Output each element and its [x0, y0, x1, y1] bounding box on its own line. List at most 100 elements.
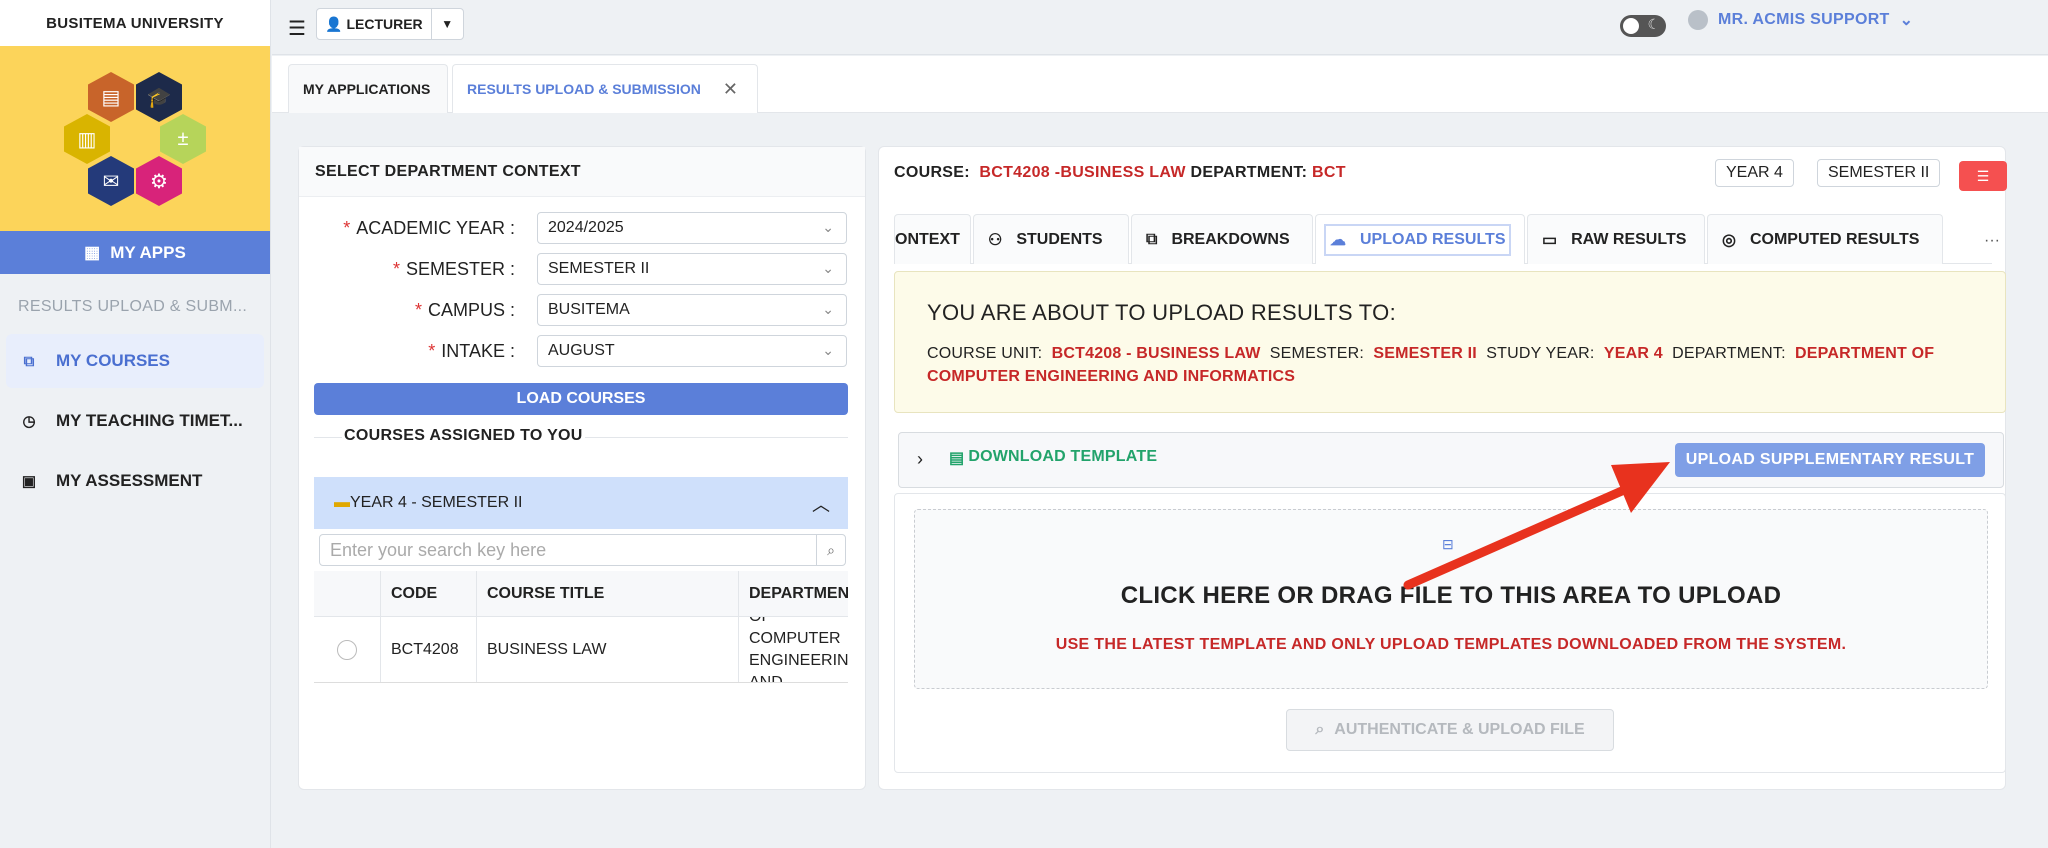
tab-label: BREAKDOWNS	[1171, 230, 1290, 248]
chevron-down-icon: ⌄	[822, 219, 834, 235]
tab-label: UPLOAD RESULTS	[1360, 230, 1506, 248]
sidebar-item-label: MY COURSES	[56, 351, 170, 370]
theme-toggle[interactable]	[1620, 15, 1666, 37]
calculator-icon: ±	[160, 114, 206, 164]
sidebar-item-label: MY ASSESSMENT	[56, 471, 203, 490]
dropzone-title: CLICK HERE OR DRAG FILE TO THIS AREA TO …	[1120, 582, 1782, 609]
more-tabs-icon[interactable]: ···	[1984, 232, 2000, 250]
sidebar: BUSITEMA UNIVERSITY ▤ 🎓 ▥ ± ✉ ⚙ ▦ MY APP…	[0, 0, 271, 848]
university-name: BUSITEMA UNIVERSITY	[0, 0, 270, 46]
course-tabs: ONTEXT ⚇ STUDENTS ⧉ BREAKDOWNS ☁ UPLOAD …	[894, 214, 2000, 264]
campus-select[interactable]: BUSITEMA ⌄	[537, 294, 847, 326]
chevron-right-icon[interactable]: ›	[917, 449, 923, 470]
books-icon: ▤	[88, 72, 134, 122]
user-menu[interactable]: MR. ACMIS SUPPORT ⌄	[1688, 10, 1913, 30]
courses-table: CODE COURSE TITLE DEPARTMENT BCT4208 BUS…	[314, 571, 848, 683]
grid-icon: ▦	[84, 242, 101, 262]
chevron-up-icon: ︿	[812, 495, 830, 515]
cloud-upload-icon: ☁	[1330, 231, 1346, 249]
course-title-cell: BUSINESS LAW	[476, 617, 738, 682]
graduation-cap-icon: 🎓	[136, 72, 182, 122]
role-selector[interactable]: 👤 LECTURER ▼	[316, 8, 464, 40]
tab-label: STUDENTS	[1016, 230, 1103, 248]
notice-body: COURSE UNIT: BCT4208 - BUSINESS LAW SEME…	[927, 345, 1935, 385]
download-template-link[interactable]: ▤ DOWNLOAD TEMPLATE	[949, 448, 1157, 468]
check-circle-icon: ◎	[1722, 231, 1736, 249]
authenticate-upload-button[interactable]: ⌕ AUTHENTICATE & UPLOAD FILE	[1286, 709, 1614, 751]
my-apps-button[interactable]: ▦ MY APPS	[0, 231, 270, 274]
list-menu-button[interactable]: ☰	[1959, 161, 2007, 191]
user-icon: 👤	[325, 15, 343, 32]
table-row[interactable]: BCT4208 BUSINESS LAW DEPARTMENT OF COMPU…	[314, 617, 848, 682]
tab-computed-results[interactable]: ◎ COMPUTED RESULTS	[1707, 214, 1943, 264]
search-icon[interactable]: ⌕	[816, 534, 846, 566]
users-icon: ⚇	[988, 231, 1003, 249]
avatar	[1688, 10, 1708, 30]
course-heading: COURSE: BCT4208 -BUSINESS LAW DEPARTMENT…	[894, 164, 1346, 181]
user-name: MR. ACMIS SUPPORT	[1718, 11, 1890, 28]
chevron-down-icon: ⌄	[822, 301, 834, 317]
upload-target-notice: YOU ARE ABOUT TO UPLOAD RESULTS TO: COUR…	[894, 271, 2006, 413]
file-dropzone[interactable]: ⊟ CLICK HERE OR DRAG FILE TO THIS AREA T…	[914, 509, 1988, 689]
academic-year-label: * ACADEMIC YEAR :	[343, 217, 515, 238]
download-template-label: DOWNLOAD TEMPLATE	[968, 448, 1158, 465]
year-badge: YEAR 4	[1715, 159, 1794, 187]
assigned-courses-title: COURSES ASSIGNED TO YOU	[342, 427, 585, 445]
tab-raw-results[interactable]: ▭ RAW RESULTS	[1527, 214, 1705, 264]
tab-results-upload[interactable]: RESULTS UPLOAD & SUBMISSION ✕	[452, 64, 758, 113]
campus-row: * CAMPUS : BUSITEMA ⌄	[299, 294, 867, 326]
course-search-input[interactable]: Enter your search key here	[319, 534, 817, 566]
menu-icon[interactable]: ☰	[288, 16, 306, 41]
semester-select[interactable]: SEMESTER II ⌄	[537, 253, 847, 285]
tab-context[interactable]: ONTEXT	[894, 214, 971, 264]
tab-label: RESULTS UPLOAD & SUBMISSION	[467, 81, 701, 97]
excel-file-icon: ▤	[949, 450, 965, 467]
select-column-header	[314, 571, 380, 616]
app-logo: ▤ 🎓 ▥ ± ✉ ⚙	[0, 46, 270, 231]
role-button[interactable]: 👤 LECTURER	[317, 9, 431, 39]
tab-students[interactable]: ⚇ STUDENTS	[973, 214, 1129, 264]
sidebar-item-my-courses[interactable]: ⧉ MY COURSES	[6, 334, 264, 388]
year-panel-label: YEAR 4 - SEMESTER II	[350, 494, 523, 511]
sidebar-breadcrumb: RESULTS UPLOAD & SUBM...	[18, 298, 248, 315]
course-title-header: COURSE TITLE	[476, 571, 738, 616]
tab-label: MY APPLICATIONS	[303, 81, 431, 97]
department-cell: DEPARTMENT OF COMPUTER ENGINEERING AND I…	[738, 617, 848, 682]
semester-label: * SEMESTER :	[392, 258, 515, 279]
sitemap-icon: ⧉	[1146, 230, 1158, 248]
course-upload-panel: COURSE: BCT4208 -BUSINESS LAW DEPARTMENT…	[878, 146, 2007, 790]
course-code-title: BCT4208 -BUSINESS LAW	[979, 164, 1186, 181]
row-select-cell	[314, 617, 380, 682]
semester-badge: SEMESTER II	[1817, 159, 1941, 187]
search-icon: ⌕	[1315, 721, 1325, 738]
tab-label: RAW RESULTS	[1571, 230, 1687, 248]
academic-year-select[interactable]: 2024/2025 ⌄	[537, 212, 847, 244]
department-context-panel: SELECT DEPARTMENT CONTEXT * ACADEMIC YEAR…	[298, 146, 866, 790]
clipboard-icon: ▣	[21, 473, 37, 490]
sidebar-item-my-assessment[interactable]: ▣ MY ASSESSMENT	[6, 454, 264, 508]
intake-row: * INTAKE : AUGUST ⌄	[299, 335, 867, 367]
tab-breakdowns[interactable]: ⧉ BREAKDOWNS	[1131, 214, 1313, 264]
upload-supplementary-button[interactable]: UPLOAD SUPPLEMENTARY RESULT	[1675, 443, 1985, 477]
terminal-icon: ▭	[1542, 231, 1558, 249]
load-courses-button[interactable]: LOAD COURSES	[314, 383, 848, 415]
course-radio[interactable]	[337, 640, 357, 660]
course-department: BCT	[1312, 164, 1346, 181]
panel-title: SELECT DEPARTMENT CONTEXT	[299, 147, 865, 197]
chevron-down-icon: ⌄	[1899, 12, 1914, 29]
mail-icon: ✉	[88, 156, 134, 206]
auth-button-label: AUTHENTICATE & UPLOAD FILE	[1334, 721, 1585, 738]
chevron-down-icon[interactable]: ▼	[430, 9, 463, 39]
intake-select[interactable]: AUGUST ⌄	[537, 335, 847, 367]
download-template-panel: › ▤ DOWNLOAD TEMPLATE UPLOAD SUPPLEMENTA…	[898, 432, 2004, 488]
folder-icon: ▬	[334, 494, 350, 511]
sidebar-item-teaching-timetable[interactable]: ◷ MY TEACHING TIMET...	[6, 394, 264, 448]
page-tabs: MY APPLICATIONS RESULTS UPLOAD & SUBMISS…	[272, 56, 2048, 113]
year-semester-panel[interactable]: ▬ YEAR 4 - SEMESTER II ︿	[314, 477, 848, 529]
tab-my-applications[interactable]: MY APPLICATIONS	[288, 64, 448, 113]
tab-upload-results[interactable]: ☁ UPLOAD RESULTS	[1315, 214, 1525, 264]
clock-icon: ◷	[22, 413, 36, 430]
close-icon[interactable]: ✕	[723, 79, 738, 100]
assigned-courses-divider: COURSES ASSIGNED TO YOU	[314, 427, 848, 445]
tab-label: ONTEXT	[895, 230, 960, 248]
